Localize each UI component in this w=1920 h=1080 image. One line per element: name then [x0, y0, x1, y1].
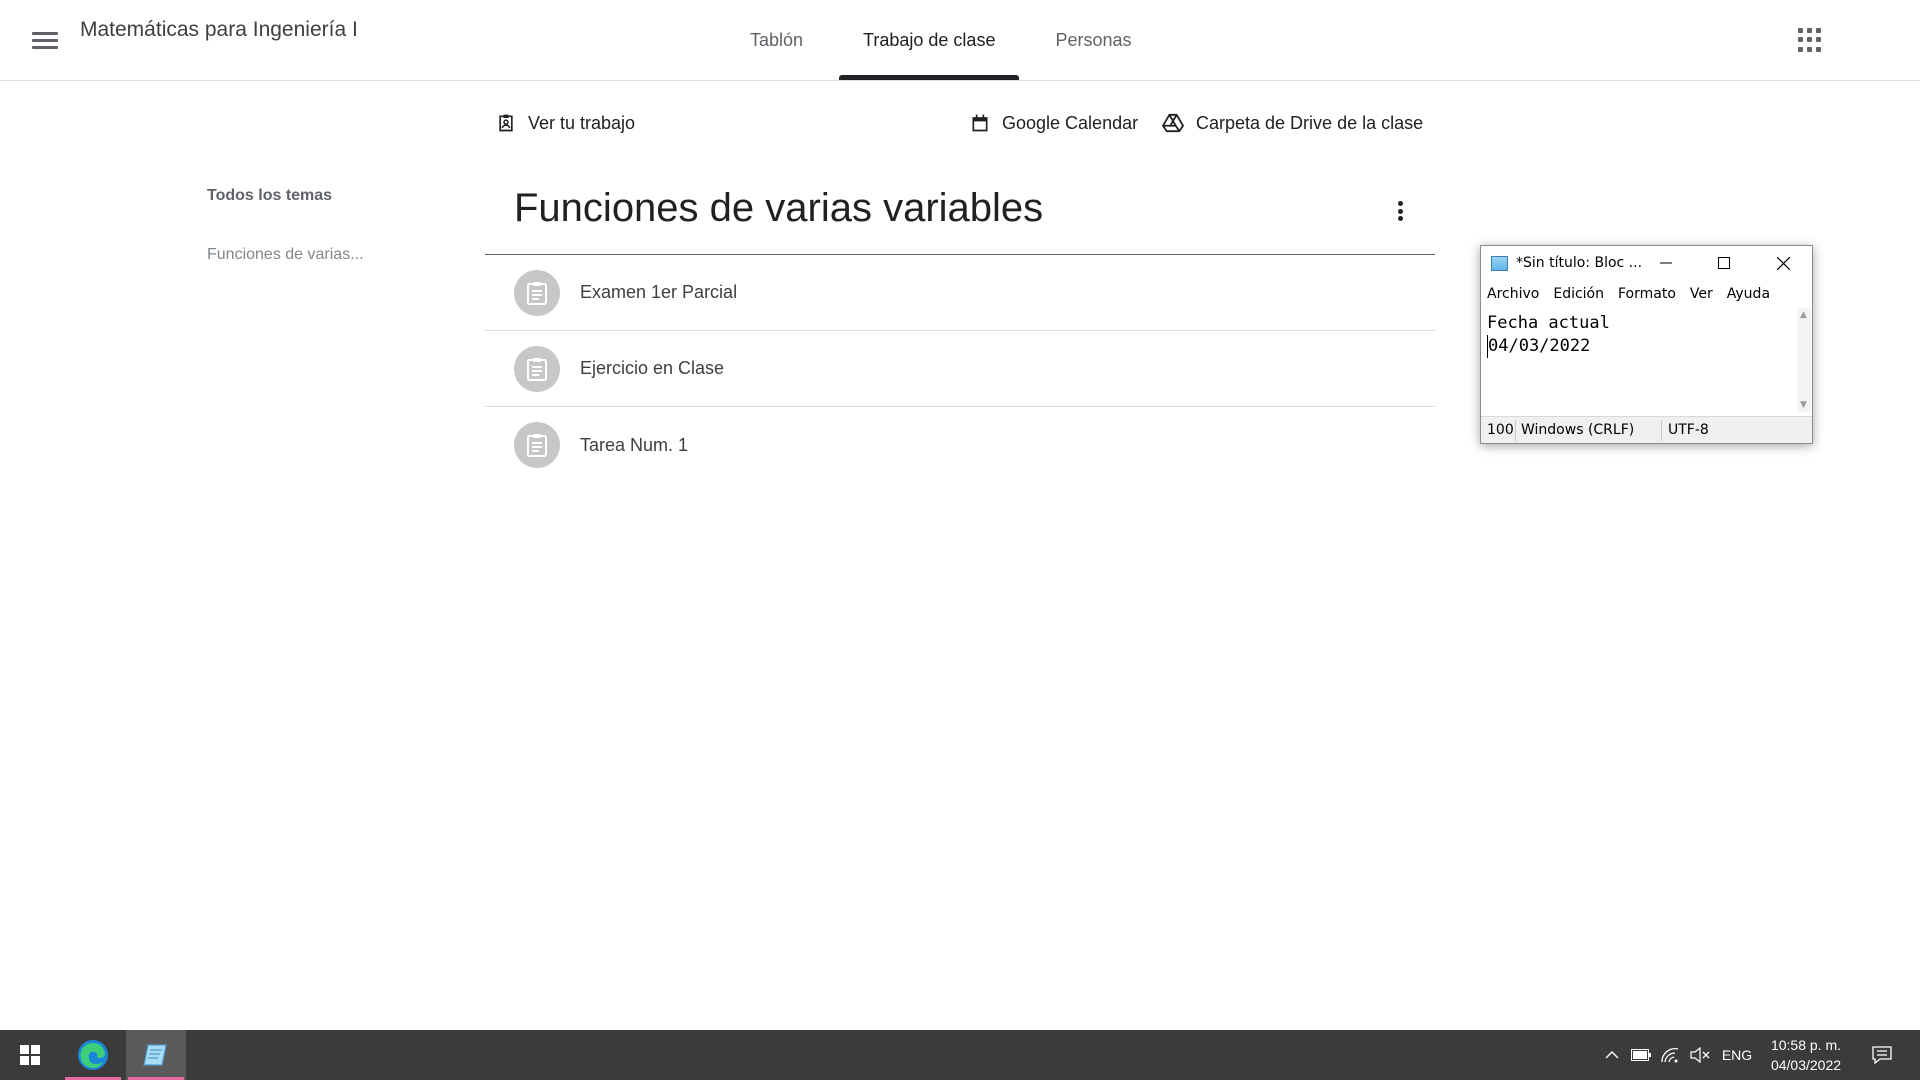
status-separator: [1661, 420, 1662, 441]
clock-date: 04/03/2022: [1770, 1057, 1842, 1073]
text-line: Fecha actual: [1487, 313, 1610, 333]
tab-trabajo-de-clase[interactable]: Trabajo de clase: [833, 0, 1025, 80]
assignment-title: Examen 1er Parcial: [580, 282, 738, 302]
class-tabs: Tablón Trabajo de clase Personas: [720, 0, 1162, 80]
notifications-icon: [1872, 1046, 1892, 1064]
assignment-icon: [514, 345, 560, 392]
class-title[interactable]: Matemáticas para Ingeniería I: [80, 18, 358, 42]
assignment-list: Examen 1er Parcial Ejercicio en Clase Ta…: [485, 255, 1435, 483]
assignment-ind-icon: [499, 114, 513, 132]
more-options-icon[interactable]: [1390, 199, 1410, 223]
wifi-icon: [1661, 1048, 1679, 1063]
text-line: 04/03/2022: [1487, 335, 1797, 358]
network-tray[interactable]: [1657, 1030, 1683, 1080]
menu-ver[interactable]: Ver: [1690, 286, 1713, 302]
scroll-up-icon[interactable]: ▲: [1800, 310, 1807, 320]
close-icon: [1776, 256, 1790, 270]
notepad-title: *Sin título: Bloc ...: [1516, 255, 1643, 271]
assignment-icon: [514, 269, 560, 316]
google-apps-icon[interactable]: [1798, 28, 1822, 52]
minimize-button[interactable]: [1637, 246, 1695, 280]
calendar-icon: [972, 114, 988, 132]
zoom-level: 100: [1487, 422, 1514, 438]
topic-title: Funciones de varias variables: [514, 186, 1044, 230]
menu-edicion[interactable]: Edición: [1553, 286, 1604, 302]
encoding: UTF-8: [1668, 422, 1709, 438]
maximize-icon: [1718, 257, 1730, 269]
menu-archivo[interactable]: Archivo: [1487, 286, 1539, 302]
action-center-button[interactable]: [1864, 1030, 1900, 1080]
menu-ayuda[interactable]: Ayuda: [1727, 286, 1770, 302]
google-calendar-link[interactable]: Google Calendar: [970, 108, 1138, 138]
notepad-window: *Sin título: Bloc ... Archivo Edición Fo…: [1480, 245, 1813, 444]
volume-muted-icon: [1690, 1047, 1710, 1063]
assignment-title: Tarea Num. 1: [580, 434, 689, 455]
menu-formato[interactable]: Formato: [1618, 286, 1676, 302]
minimize-icon: [1660, 262, 1672, 264]
assignment-row[interactable]: Examen 1er Parcial: [485, 255, 1435, 331]
drive-icon: [1162, 113, 1184, 133]
vertical-scrollbar[interactable]: ▲ ▼: [1797, 308, 1811, 412]
notepad-text-area[interactable]: Fecha actual 04/03/2022: [1482, 308, 1797, 412]
volume-tray[interactable]: [1687, 1030, 1713, 1080]
taskbar-notepad[interactable]: [126, 1030, 186, 1080]
notepad-statusbar: 100 Windows (CRLF) UTF-8: [1481, 416, 1812, 443]
drive-folder-link[interactable]: Carpeta de Drive de la clase: [1162, 108, 1423, 138]
taskbar: ENG 10:58 p. m. 04/03/2022: [0, 1030, 1920, 1080]
show-hidden-icons[interactable]: [1600, 1030, 1624, 1080]
close-button[interactable]: [1754, 246, 1812, 280]
tab-personas[interactable]: Personas: [1025, 0, 1161, 80]
drive-folder-label: Carpeta de Drive de la clase: [1196, 112, 1424, 133]
notepad-app-icon: [1491, 256, 1508, 271]
tab-tablon[interactable]: Tablón: [720, 0, 833, 80]
language-indicator[interactable]: ENG: [1719, 1030, 1755, 1080]
notepad-icon: [143, 1044, 167, 1066]
assignment-icon: [514, 422, 560, 468]
view-your-work-link[interactable]: Ver tu trabajo: [496, 108, 635, 138]
taskbar-edge[interactable]: [63, 1030, 123, 1080]
battery-icon: [1631, 1049, 1651, 1061]
battery-tray[interactable]: [1628, 1030, 1654, 1080]
notepad-menubar: Archivo Edición Formato Ver Ayuda: [1487, 286, 1784, 302]
system-clock[interactable]: 10:58 p. m. 04/03/2022: [1758, 1035, 1854, 1075]
assignment-title: Ejercicio en Clase: [580, 358, 725, 378]
start-button[interactable]: [0, 1030, 60, 1080]
google-calendar-label: Google Calendar: [1002, 112, 1139, 133]
assignment-row[interactable]: Ejercicio en Clase: [485, 331, 1435, 407]
topic-item[interactable]: Funciones de varias...: [207, 246, 364, 264]
chevron-up-icon: [1605, 1051, 1619, 1059]
main-menu-icon[interactable]: [28, 28, 62, 52]
top-app-bar: Matemáticas para Ingeniería I Tablón Tra…: [0, 0, 1920, 81]
maximize-button[interactable]: [1695, 246, 1753, 280]
topic-all[interactable]: Todos los temas: [207, 187, 364, 205]
clock-time: 10:58 p. m.: [1770, 1037, 1842, 1053]
view-your-work-label: Ver tu trabajo: [528, 112, 636, 133]
scroll-down-icon[interactable]: ▼: [1800, 400, 1807, 410]
notepad-titlebar[interactable]: *Sin título: Bloc ...: [1481, 246, 1812, 280]
status-separator: [1515, 420, 1516, 441]
windows-logo-icon: [20, 1045, 40, 1065]
assignment-row[interactable]: Tarea Num. 1: [485, 407, 1435, 483]
line-ending: Windows (CRLF): [1521, 422, 1635, 438]
edge-icon: [78, 1040, 108, 1070]
topics-nav: Todos los temas Funciones de varias...: [207, 187, 364, 264]
